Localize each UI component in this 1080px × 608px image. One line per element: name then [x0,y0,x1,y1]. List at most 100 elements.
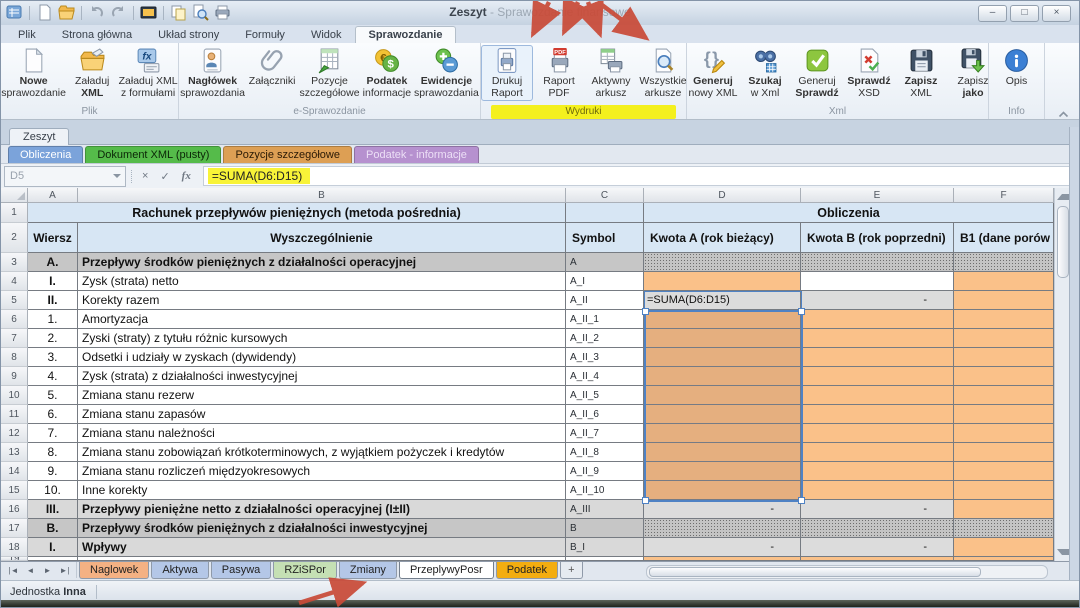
cell[interactable] [801,462,954,481]
cell[interactable]: A_II_8 [566,443,644,462]
cell[interactable] [801,481,954,500]
cell[interactable] [954,329,1054,348]
ribbon-tab-sprawozdanie[interactable]: Sprawozdanie [355,26,457,44]
column-header-B[interactable]: B [78,188,566,203]
cell[interactable] [954,443,1054,462]
cell[interactable] [954,386,1054,405]
cell[interactable] [801,443,954,462]
cell[interactable] [644,519,801,538]
row-number[interactable]: 17 [1,519,28,538]
cell[interactable]: Odsetki i udziały w zyskach (dywidendy) [78,348,566,367]
cell[interactable]: III. [28,500,78,519]
ribbon-button-załaduj-xml[interactable]: ZaładujXML [66,45,118,101]
cell[interactable] [954,348,1054,367]
cell[interactable]: - [644,538,801,557]
ribbon-button-raport-pdf[interactable]: PDFRaportPDF [533,45,585,101]
cell[interactable] [801,348,954,367]
column-header-D[interactable]: D [644,188,801,203]
sheet-tab-podatek[interactable]: Podatek [496,562,558,579]
horizontal-scrollbar-thumb[interactable] [649,567,981,577]
cell[interactable]: Inne korekty [78,481,566,500]
cell[interactable] [954,538,1054,557]
cell[interactable] [801,405,954,424]
column-header-E[interactable]: E [801,188,954,203]
ribbon-button-opis[interactable]: Opis [991,45,1043,101]
cell[interactable] [801,272,954,291]
row-number[interactable]: 7 [1,329,28,348]
cell[interactable] [954,500,1054,519]
cell[interactable]: Zyski (straty) z tytułu różnic kursowych [78,329,566,348]
cell[interactable]: Korekty razem [78,291,566,310]
maximize-button[interactable]: □ [1010,5,1039,22]
row-number[interactable]: 3 [1,253,28,272]
ribbon-button-nagłówek-sprawozdania[interactable]: Nagłóweksprawozdania [179,45,246,101]
cell[interactable]: Zysk (strata) netto [78,272,566,291]
previous-sheet-icon[interactable]: ◄ [22,564,39,578]
cell[interactable]: B [566,519,644,538]
row-number[interactable]: 2 [1,223,28,253]
cell[interactable]: A_II_9 [566,462,644,481]
formula-input[interactable]: =SUMA(D6:D15) [203,166,1077,186]
first-sheet-icon[interactable]: |◄ [5,564,22,578]
cell[interactable] [644,443,801,462]
row-number[interactable]: 10 [1,386,28,405]
cell[interactable] [801,253,954,272]
cell[interactable]: 2. [28,329,78,348]
cell[interactable]: 5. [28,386,78,405]
ribbon-button-wszystkie-arkusze[interactable]: Wszystkiearkusze [637,45,689,101]
cell[interactable] [954,424,1054,443]
ribbon-button-szukaj-w-xml[interactable]: Szukajw Xml [739,45,791,101]
cell[interactable] [644,329,801,348]
cell[interactable] [954,310,1054,329]
row-number[interactable]: 15 [1,481,28,500]
cell[interactable]: Wpływy [78,538,566,557]
cell[interactable]: - [644,500,801,519]
sheet-tab-naglowek[interactable]: Naglowek [79,562,149,579]
document-tab-zeszyt[interactable]: Zeszyt [9,128,69,145]
cell[interactable]: A_II_4 [566,367,644,386]
close-button[interactable]: × [1042,5,1071,22]
cell-header-kwota-b[interactable]: Kwota B (rok poprzedni) [801,223,954,253]
view-tab-pozycje-szczegółowe[interactable]: Pozycje szczegółowe [223,146,352,163]
cell[interactable] [954,405,1054,424]
minimize-button[interactable]: – [978,5,1007,22]
cell[interactable]: B_I [566,538,644,557]
cell[interactable] [644,272,801,291]
cell[interactable]: Amortyzacja [78,310,566,329]
cell[interactable]: A. [28,253,78,272]
row-number[interactable]: 8 [1,348,28,367]
cell[interactable]: A_II [566,291,644,310]
cell[interactable]: 4. [28,367,78,386]
cell[interactable]: - [801,500,954,519]
insert-function-icon[interactable]: fx [182,170,191,182]
name-box-dropdown-icon[interactable] [113,174,121,178]
vertical-scrollbar[interactable] [1054,188,1069,561]
ribbon-button-zapisz-xml[interactable]: ZapiszXML [895,45,947,101]
last-sheet-icon[interactable]: ►| [56,564,73,578]
ribbon-tab-widok[interactable]: Widok [298,27,355,43]
row-number[interactable]: 13 [1,443,28,462]
cell[interactable] [954,462,1054,481]
ribbon-button-pozycje-szczegółowe[interactable]: Pozycjeszczegółowe [298,45,361,101]
sheet-tab-przeplywyposr[interactable]: PrzeplywyPosr [399,562,494,579]
cell[interactable] [801,386,954,405]
cell[interactable] [954,481,1054,500]
row-number[interactable]: 5 [1,291,28,310]
cell[interactable]: 8. [28,443,78,462]
cell[interactable] [644,310,801,329]
cell[interactable]: Zmiana stanu zobowiązań krótkoterminowyc… [78,443,566,462]
cell[interactable]: Zysk (strata) z działalności inwestycyjn… [78,367,566,386]
cell[interactable]: 7. [28,424,78,443]
row-number[interactable]: 6 [1,310,28,329]
ribbon-button-załaduj-xml-z-formułami[interactable]: fxZaładuj XMLz formułami [118,45,178,101]
cell[interactable]: A_II_5 [566,386,644,405]
cell[interactable]: Zmiana stanu zapasów [78,405,566,424]
cell[interactable]: A_II_10 [566,481,644,500]
row-number[interactable]: 1 [1,203,28,223]
row-number[interactable]: 18 [1,538,28,557]
view-tab-dokument-xml-pusty[interactable]: Dokument XML (pusty) [85,146,221,163]
sheet-tab-pasywa[interactable]: Pasywa [211,562,272,579]
cell[interactable]: 3. [28,348,78,367]
cell[interactable]: Zmiana stanu rezerw [78,386,566,405]
ribbon-tab-formuły[interactable]: Formuły [232,27,298,43]
